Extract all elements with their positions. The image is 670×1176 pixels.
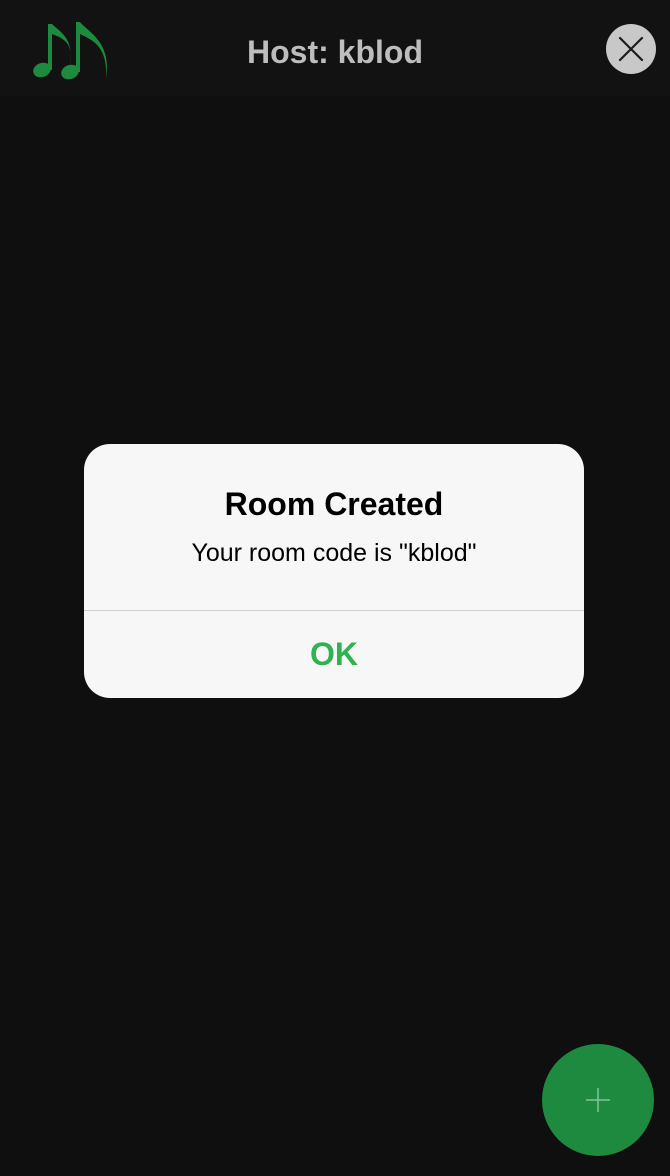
- ok-button[interactable]: OK: [84, 611, 584, 698]
- page-title: Host: kblod: [247, 34, 423, 70]
- room-created-dialog: Room Created Your room code is "kblod" O…: [84, 444, 584, 698]
- close-icon: [618, 36, 644, 62]
- dialog-title: Room Created: [224, 486, 444, 522]
- close-button[interactable]: [606, 24, 656, 74]
- dialog-message: Your room code is "kblod": [191, 539, 477, 567]
- plus-icon: [586, 1088, 610, 1112]
- host-room-screen: Host: kblod Room Created Your room code …: [0, 0, 670, 1176]
- add-button[interactable]: [542, 1044, 654, 1156]
- header-bar: Host: kblod: [0, 0, 670, 96]
